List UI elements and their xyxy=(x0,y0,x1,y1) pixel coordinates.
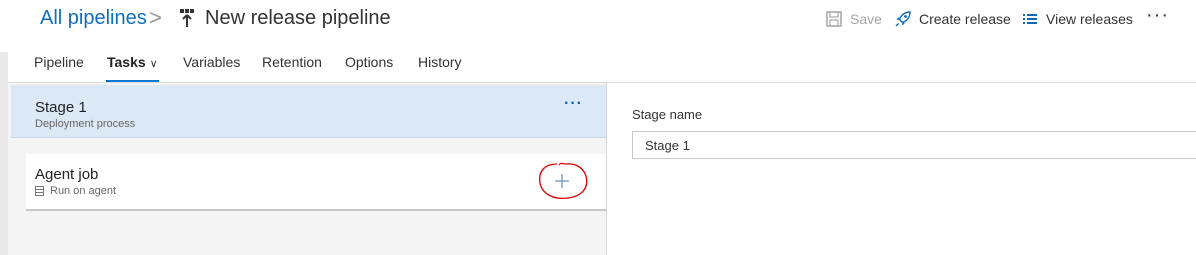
tab-tasks-label: Tasks xyxy=(107,54,146,70)
save-button[interactable]: Save xyxy=(826,11,882,27)
page-header: All pipelines > New release pipeline Sav… xyxy=(0,0,1196,40)
server-icon xyxy=(35,186,44,196)
stages-pane: Stage 1 Deployment process ··· Agent job… xyxy=(8,83,607,255)
view-releases-button[interactable]: View releases xyxy=(1022,11,1133,27)
pane-divider xyxy=(606,83,607,255)
tab-history-label: History xyxy=(418,54,462,70)
tab-tasks[interactable]: Tasks ∨ xyxy=(106,54,159,82)
tab-pipeline[interactable]: Pipeline xyxy=(34,54,84,82)
left-edge-strip xyxy=(0,52,8,255)
agent-job-subtitle: Run on agent xyxy=(35,185,116,197)
create-release-button[interactable]: Create release xyxy=(895,11,1011,27)
tab-variables-label: Variables xyxy=(183,54,241,70)
agent-job-card[interactable]: Agent job Run on agent xyxy=(26,154,606,211)
stage-subtitle: Deployment process xyxy=(35,118,136,130)
chevron-down-icon: ∨ xyxy=(149,58,158,70)
tab-options-label: Options xyxy=(345,54,394,70)
tab-variables[interactable]: Variables xyxy=(183,54,240,82)
stage-name-input[interactable] xyxy=(632,131,1196,159)
tab-history[interactable]: History xyxy=(418,54,462,82)
more-actions-icon[interactable]: ··· xyxy=(1146,4,1169,27)
stage-title: Stage 1 xyxy=(35,99,87,116)
create-release-label: Create release xyxy=(919,11,1011,27)
rocket-icon xyxy=(895,11,911,27)
page-title: New release pipeline xyxy=(205,7,391,29)
save-label: Save xyxy=(850,11,882,27)
plus-icon xyxy=(539,162,588,200)
tab-retention-label: Retention xyxy=(262,54,322,70)
stage-more-options-icon[interactable]: ··· xyxy=(564,95,583,113)
save-disk-icon xyxy=(826,11,842,27)
add-task-button[interactable] xyxy=(535,161,591,201)
stage-card[interactable]: Stage 1 Deployment process ··· xyxy=(11,85,607,138)
tab-options[interactable]: Options xyxy=(345,54,393,82)
agent-job-subtitle-text: Run on agent xyxy=(50,185,117,197)
release-pipeline-icon xyxy=(180,9,194,27)
agent-job-title: Agent job xyxy=(35,166,99,183)
view-releases-label: View releases xyxy=(1046,11,1133,27)
breadcrumb-all-pipelines[interactable]: All pipelines xyxy=(40,7,147,30)
tab-pipeline-label: Pipeline xyxy=(34,54,84,70)
tab-retention[interactable]: Retention xyxy=(262,54,322,82)
stage-name-label: Stage name xyxy=(632,107,703,122)
breadcrumb-separator-icon: > xyxy=(149,5,162,30)
list-icon xyxy=(1023,14,1037,24)
